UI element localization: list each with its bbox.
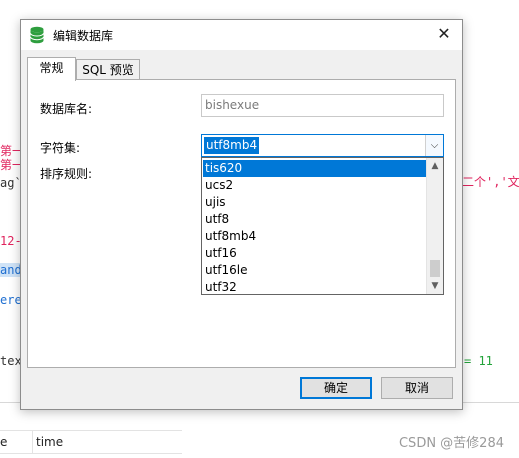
bg-column-header: time xyxy=(36,435,64,449)
bg-code-fragment: = 11 xyxy=(464,354,493,368)
cancel-button[interactable]: 取消 xyxy=(381,377,453,399)
charset-select[interactable]: utf8mb4 ⌵ xyxy=(201,134,444,157)
bg-code-fragment: ere xyxy=(0,293,22,307)
charset-selected-value: utf8mb4 xyxy=(204,137,260,154)
dropdown-option[interactable]: utf8mb4 xyxy=(203,228,427,245)
db-name-field[interactable]: bishexue xyxy=(201,94,444,117)
scrollbar-thumb[interactable] xyxy=(430,260,440,277)
dropdown-option[interactable]: ucs2 xyxy=(203,177,427,194)
bg-code-fragment: 12- xyxy=(0,234,22,248)
dropdown-option[interactable]: utf16 xyxy=(203,245,427,262)
bg-code-fragment: and xyxy=(0,263,22,277)
dialog-titlebar[interactable]: 编辑数据库 ✕ xyxy=(21,20,462,50)
bg-code-fragment: ag` xyxy=(0,176,22,190)
scroll-up-icon[interactable]: ▲ xyxy=(427,158,443,174)
bg-code-fragment: 二个','文 xyxy=(462,175,519,189)
chevron-down-icon[interactable]: ⌵ xyxy=(425,135,443,156)
bg-column-divider xyxy=(32,431,33,453)
dropdown-scrollbar[interactable]: ▲ ▼ xyxy=(426,158,443,294)
bg-code-fragment: tex xyxy=(0,354,22,368)
dropdown-option[interactable]: tis620 xyxy=(203,160,427,177)
dialog-title: 编辑数据库 xyxy=(53,29,114,43)
bg-column-header: e xyxy=(0,435,8,449)
dropdown-option[interactable]: utf16le xyxy=(203,262,427,279)
dropdown-option[interactable]: utf8 xyxy=(203,211,427,228)
ok-button[interactable]: 确定 xyxy=(300,377,372,399)
bg-result-header: e time xyxy=(0,430,182,454)
tab-general[interactable]: 常规 xyxy=(27,57,76,81)
watermark: CSDN @苦修284 xyxy=(398,436,504,451)
scroll-down-icon[interactable]: ▼ xyxy=(427,278,443,294)
db-name-label: 数据库名: xyxy=(40,102,93,116)
edit-database-dialog: 编辑数据库 ✕ 常规 SQL 预览 数据库名: bishexue 字符集: ut… xyxy=(20,19,463,410)
dropdown-option[interactable]: ujis xyxy=(203,194,427,211)
tab-sql-preview[interactable]: SQL 预览 xyxy=(76,59,140,80)
charset-dropdown-list[interactable]: tis620 ucs2 ujis utf8 utf8mb4 utf16 utf1… xyxy=(201,157,444,295)
dropdown-option[interactable]: utf32 xyxy=(203,279,427,294)
close-icon[interactable]: ✕ xyxy=(434,24,454,44)
charset-label: 字符集: xyxy=(40,141,81,155)
database-icon xyxy=(30,26,44,44)
collation-label: 排序规则: xyxy=(40,167,93,181)
